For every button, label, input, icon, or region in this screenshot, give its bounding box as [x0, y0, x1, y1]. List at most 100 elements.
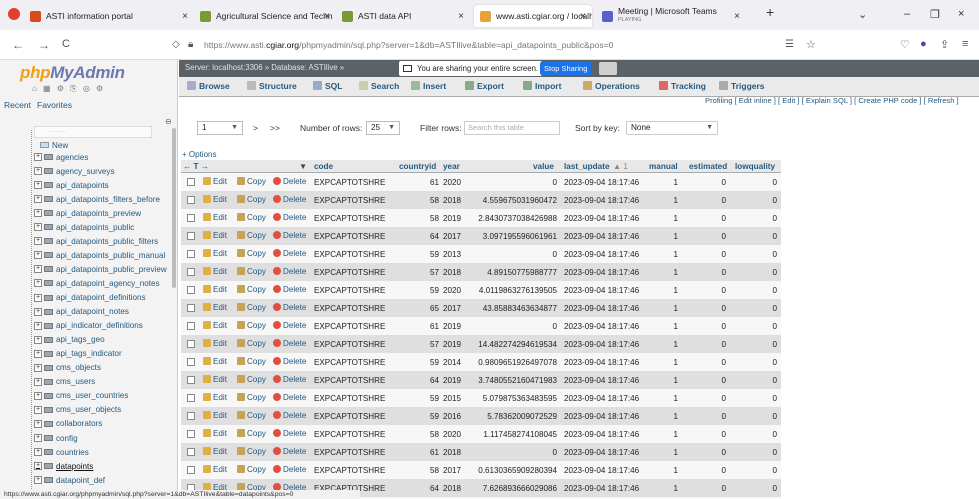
cell-last-update[interactable]: 2023-09-04 18:17:46 — [564, 484, 639, 493]
new-tab-button[interactable]: + — [766, 4, 774, 20]
cell-lowquality[interactable]: 0 — [735, 376, 777, 385]
edit-row-link[interactable]: Edit — [203, 266, 227, 276]
expand-icon[interactable]: + — [34, 223, 42, 232]
cell-countryid[interactable]: 58 — [399, 196, 439, 205]
delete-row-link[interactable]: Delete — [273, 266, 306, 276]
cell-last-update[interactable]: 2023-09-04 18:17:46 — [564, 376, 639, 385]
cell-estimated[interactable]: 0 — [689, 376, 726, 385]
sidebar-item-table[interactable]: + api_datapoints_preview — [34, 207, 141, 219]
cell-estimated[interactable]: 0 — [689, 196, 726, 205]
bookmark-star-icon[interactable]: ☆ — [806, 38, 816, 51]
cell-lowquality[interactable]: 0 — [735, 448, 777, 457]
cell-year[interactable]: 2018 — [443, 268, 461, 277]
cell-last-update[interactable]: 2023-09-04 18:17:46 — [564, 214, 639, 223]
cell-estimated[interactable]: 0 — [689, 268, 726, 277]
row-checkbox[interactable] — [187, 303, 195, 312]
cell-year[interactable]: 2017 — [443, 232, 461, 241]
tab-close-icon[interactable]: × — [580, 11, 586, 22]
cell-value[interactable]: 14.482274294619534 — [471, 340, 557, 349]
cell-manual[interactable]: 1 — [649, 484, 678, 493]
row-checkbox[interactable] — [187, 357, 195, 366]
cell-value[interactable]: 1.117458274108045 — [471, 430, 557, 439]
close-window-button[interactable]: × — [958, 8, 964, 20]
cell-value[interactable]: 3.7480552160471983 — [471, 376, 557, 385]
cell-lowquality[interactable]: 0 — [735, 430, 777, 439]
cell-last-update[interactable]: 2023-09-04 18:17:46 — [564, 340, 639, 349]
row-checkbox[interactable] — [187, 321, 195, 330]
tab-export[interactable]: Export — [465, 81, 504, 91]
firefox-view-icon[interactable] — [8, 8, 20, 20]
cell-last-update[interactable]: 2023-09-04 18:17:46 — [564, 196, 639, 205]
column-header-countryid[interactable]: countryid — [399, 162, 436, 171]
cell-estimated[interactable]: 0 — [689, 358, 726, 367]
cell-estimated[interactable]: 0 — [689, 286, 726, 295]
cell-estimated[interactable]: 0 — [689, 340, 726, 349]
reload-button[interactable]: C — [62, 38, 70, 50]
shield-icon[interactable]: ◇ — [172, 39, 180, 50]
cell-year[interactable]: 2020 — [443, 178, 461, 187]
cell-year[interactable]: 2014 — [443, 358, 461, 367]
next-page-button[interactable]: > — [253, 123, 258, 133]
cell-code[interactable]: EXPCAPTOTSHRE — [314, 286, 385, 295]
sidebar-item-table[interactable]: + api_indicator_definitions — [34, 320, 143, 332]
edit-row-link[interactable]: Edit — [203, 320, 227, 330]
tab-import[interactable]: Import — [523, 81, 561, 91]
cell-lowquality[interactable]: 0 — [735, 304, 777, 313]
expand-icon[interactable]: + — [34, 153, 42, 161]
sidebar-item-table[interactable]: + api_datapoints_filters_before — [34, 193, 160, 205]
cell-code[interactable]: EXPCAPTOTSHRE — [314, 466, 385, 475]
sidebar-item-table[interactable]: + cms_user_objects — [34, 404, 121, 416]
copy-row-link[interactable]: Copy — [237, 374, 266, 384]
expand-icon[interactable]: + — [34, 462, 42, 471]
sidebar-item-table[interactable]: + cms_user_countries — [34, 390, 128, 402]
expand-icon[interactable]: + — [34, 279, 42, 288]
nav-icon-strip[interactable]: ⌂ ▦ ⚙ ⎘ ◎ ⚙ — [32, 84, 105, 94]
cell-lowquality[interactable]: 0 — [735, 250, 777, 259]
sidebar-item-table[interactable]: + collaborators — [34, 418, 102, 430]
cell-lowquality[interactable]: 0 — [735, 268, 777, 277]
row-checkbox[interactable] — [187, 393, 195, 402]
cell-value[interactable]: 0 — [471, 448, 557, 457]
cell-manual[interactable]: 1 — [649, 178, 678, 187]
cell-countryid[interactable]: 59 — [399, 286, 439, 295]
edit-row-link[interactable]: Edit — [203, 284, 227, 294]
cell-lowquality[interactable]: 0 — [735, 286, 777, 295]
cell-last-update[interactable]: 2023-09-04 18:17:46 — [564, 448, 639, 457]
cell-countryid[interactable]: 61 — [399, 448, 439, 457]
delete-row-link[interactable]: Delete — [273, 428, 306, 438]
delete-row-link[interactable]: Delete — [273, 248, 306, 258]
cell-last-update[interactable]: 2023-09-04 18:17:46 — [564, 178, 639, 187]
copy-row-link[interactable]: Copy — [237, 392, 266, 402]
column-header-last-update[interactable]: last_update — [564, 162, 610, 171]
sidebar-scrollbar[interactable] — [172, 128, 176, 288]
cell-last-update[interactable]: 2023-09-04 18:17:46 — [564, 358, 639, 367]
tab-insert[interactable]: Insert — [411, 81, 446, 91]
cell-countryid[interactable]: 58 — [399, 214, 439, 223]
expand-icon[interactable]: + — [34, 391, 42, 400]
cell-manual[interactable]: 1 — [649, 466, 678, 475]
cell-year[interactable]: 2020 — [443, 286, 461, 295]
tab-close-icon[interactable]: × — [324, 11, 330, 22]
cell-manual[interactable]: 1 — [649, 340, 678, 349]
reader-view-icon[interactable]: ☰ — [785, 39, 794, 50]
edit-row-link[interactable]: Edit — [203, 213, 227, 222]
sidebar-item-table[interactable]: + api_tags_geo — [34, 334, 105, 346]
cell-countryid[interactable]: 64 — [399, 376, 439, 385]
copy-row-link[interactable]: Copy — [237, 464, 266, 474]
expand-icon[interactable]: + — [34, 448, 42, 457]
cell-lowquality[interactable]: 0 — [735, 394, 777, 403]
sidebar-item-table[interactable]: + agency_surveys — [34, 165, 115, 177]
sidebar-item-table[interactable]: + cms_users — [34, 376, 95, 388]
cell-countryid[interactable]: 59 — [399, 250, 439, 259]
cell-manual[interactable]: 1 — [649, 250, 678, 259]
sidebar-item-table[interactable]: + api_tags_indicator — [34, 348, 122, 360]
edit-row-link[interactable]: Edit — [203, 356, 227, 366]
cell-value[interactable]: 0 — [471, 250, 557, 259]
sort-by-key-select[interactable]: None ▼ — [626, 121, 718, 135]
delete-row-link[interactable]: Delete — [273, 338, 306, 348]
sidebar-item-table[interactable]: + config — [34, 432, 78, 444]
expand-icon[interactable]: + — [34, 167, 42, 175]
cell-estimated[interactable]: 0 — [689, 178, 726, 187]
cell-year[interactable]: 2019 — [443, 376, 461, 385]
expand-icon[interactable]: + — [34, 237, 42, 246]
